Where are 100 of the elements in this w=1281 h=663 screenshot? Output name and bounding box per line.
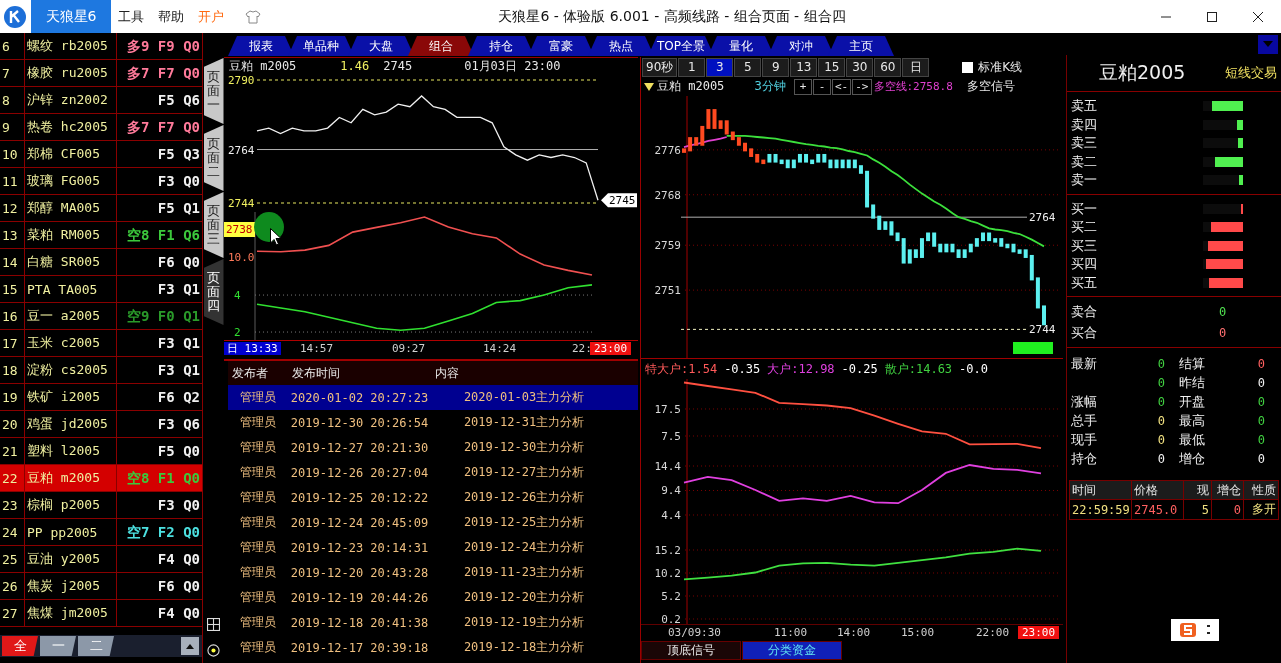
row-number: 10	[0, 141, 25, 167]
news-row[interactable]: 管理员 2019-12-20 20:43:28 2019-11-23主力分析	[228, 560, 638, 585]
watchlist-row[interactable]: 10 郑棉 CF005 F5 Q3	[0, 141, 202, 168]
instrument-name: 郑醇 MA005	[25, 195, 117, 221]
news-row[interactable]: 管理员 2019-12-27 20:21:30 2019-12-30主力分析	[228, 435, 638, 460]
watchlist-row[interactable]: 13 菜粕 RM005 空8 F1 Q6	[0, 222, 202, 249]
period-button[interactable]: 1	[678, 57, 706, 77]
publisher-cell-text: 管理员	[239, 614, 277, 631]
instrument-name: 豆油 y2005	[25, 546, 117, 572]
signal-text: F4 Q0	[157, 604, 200, 622]
news-row[interactable]: 管理员 2019-12-23 20:14:31 2019-12-24主力分析	[228, 535, 638, 560]
indicator-tab[interactable]: 顶底信号	[641, 641, 741, 660]
page-tab[interactable]: 页面二	[203, 125, 224, 191]
news-row[interactable]: 管理员 2020-01-02 20:27:23 2020-01-03主力分析	[228, 385, 638, 410]
watchlist-row[interactable]: 8 沪锌 zn2002 F5 Q6	[0, 87, 202, 114]
period-button[interactable]: 90秒	[642, 57, 678, 77]
period-button[interactable]: 60	[874, 57, 902, 77]
page-tab[interactable]: 页面四	[203, 259, 224, 325]
period-button[interactable]: 9	[762, 57, 790, 77]
quote-value: 0	[1157, 356, 1165, 371]
news-row[interactable]: 管理员 2019-12-19 20:44:26 2019-12-20主力分析	[228, 585, 638, 610]
page-tab[interactable]: 页面一	[203, 58, 224, 124]
app-tab[interactable]: 天狼星6	[31, 0, 111, 33]
axis-label: 9.4	[661, 484, 681, 498]
watchlist-row[interactable]: 27 焦煤 jm2005 F4 Q0	[0, 600, 202, 627]
watchlist-row[interactable]: 23 棕榈 p2005 F3 Q0	[0, 492, 202, 519]
checkbox-label[interactable]: 标准K线	[978, 58, 1023, 76]
triangle-down-icon[interactable]	[644, 82, 654, 91]
scroll-up-button[interactable]	[181, 637, 199, 655]
layout-grid-icon[interactable]	[207, 618, 220, 631]
publisher-cell-text: 管理员	[239, 389, 277, 406]
quote-value: 0	[1157, 432, 1165, 447]
period-button[interactable]: 日	[902, 57, 930, 77]
chart-control-button[interactable]: -	[813, 78, 831, 95]
depth-label: 卖五	[1071, 97, 1098, 116]
checkbox[interactable]	[962, 61, 974, 73]
watchlist-row[interactable]: 18 淀粉 cs2005 F3 Q1	[0, 357, 202, 384]
mode-link[interactable]: 短线交易	[1225, 64, 1277, 82]
row-number: 23	[0, 492, 25, 518]
watchlist-row[interactable]: 15 PTA TA005 F3 Q1	[0, 276, 202, 303]
chart-control-button[interactable]: ->	[852, 78, 872, 95]
row-number: 20	[0, 411, 25, 437]
publisher-cell-text: 管理员	[239, 514, 277, 531]
nav-tab[interactable]: 主页	[828, 36, 894, 56]
group-tab[interactable]: 全	[2, 636, 38, 656]
target-dot-icon[interactable]	[207, 644, 220, 657]
signal-text: F3 Q1	[157, 280, 200, 298]
input-method-icon[interactable]	[1171, 619, 1219, 641]
signal-text: 空8 F1 Q0	[127, 469, 200, 487]
period-button[interactable]: 3	[706, 57, 734, 77]
time-label: 09:27	[392, 342, 426, 355]
news-row[interactable]: 管理员 2019-12-24 20:45:09 2019-12-25主力分析	[228, 510, 638, 535]
watchlist-row[interactable]: 26 焦炭 j2005 F6 Q0	[0, 573, 202, 600]
period-button[interactable]: 13	[790, 57, 818, 77]
quote-value: 0	[1157, 451, 1165, 466]
watchlist-row[interactable]: 22 豆粕 m2005 空8 F1 Q0	[0, 465, 202, 492]
news-row[interactable]: 管理员 2019-12-18 20:41:38 2019-12-19主力分析	[228, 610, 638, 635]
shirt-icon[interactable]	[245, 9, 261, 24]
watchlist-row[interactable]: 25 豆油 y2005 F4 Q0	[0, 546, 202, 573]
watchlist-row[interactable]: 20 鸡蛋 jd2005 F3 Q6	[0, 411, 202, 438]
menu-item[interactable]: 帮助	[151, 7, 191, 26]
watchlist-row[interactable]: 9 热卷 hc2005 多7 F7 Q0	[0, 114, 202, 141]
signal-text: 空8 F1 Q6	[127, 226, 200, 244]
row-number: 15	[0, 276, 25, 302]
period-label: 3分钟	[754, 78, 786, 95]
trade-cell: 22:59:59	[1069, 500, 1131, 520]
watchlist-row[interactable]: 17 玉米 c2005 F3 Q1	[0, 330, 202, 357]
publisher-cell-text: 管理员	[239, 539, 277, 556]
period-button[interactable]: 30	[846, 57, 874, 77]
chart-control-button[interactable]: +	[794, 78, 812, 95]
axis-label: 2768	[654, 188, 681, 202]
quote-value: 0	[1257, 375, 1265, 390]
news-row[interactable]: 管理员 2019-12-25 20:12:22 2019-12-26主力分析	[228, 485, 638, 510]
indicator-tab[interactable]: 分类资金	[742, 641, 842, 660]
watchlist-row[interactable]: 6 螺纹 rb2005 多9 F9 Q0	[0, 33, 202, 60]
watchlist-row[interactable]: 24 PP pp2005 空7 F2 Q0	[0, 519, 202, 546]
time-cell-text: 2019-12-17 20:39:18	[289, 640, 430, 655]
watchlist-row[interactable]: 7 橡胶 ru2005 多7 F7 Q0	[0, 60, 202, 87]
watchlist-row[interactable]: 12 郑醇 MA005 F5 Q1	[0, 195, 202, 222]
close-icon	[1253, 11, 1263, 22]
news-row[interactable]: 管理员 2019-12-30 20:26:54 2019-12-31主力分析	[228, 410, 638, 435]
news-row[interactable]: 管理员 2019-12-26 20:27:04 2019-12-27主力分析	[228, 460, 638, 485]
menu-item[interactable]: 工具	[111, 7, 151, 26]
watchlist-row[interactable]: 11 玻璃 FG005 F3 Q0	[0, 168, 202, 195]
quote-value: 0	[1257, 394, 1265, 409]
row-number: 25	[0, 546, 25, 572]
period-button[interactable]: 5	[734, 57, 762, 77]
row-number: 17	[0, 330, 25, 356]
instrument-name: 菜粕 RM005	[25, 222, 117, 248]
row-number: 7	[0, 60, 25, 86]
news-row[interactable]: 管理员 2019-12-17 20:39:18 2019-12-18主力分析	[228, 635, 638, 660]
watchlist-row[interactable]: 16 豆一 a2005 空9 F0 Q1	[0, 303, 202, 330]
instrument-name: 塑料 l2005	[25, 438, 117, 464]
period-button[interactable]: 15	[818, 57, 846, 77]
chart-control-button[interactable]: <-	[832, 78, 852, 95]
time-label: 14:57	[300, 342, 334, 355]
watchlist-row[interactable]: 14 白糖 SR005 F6 Q0	[0, 249, 202, 276]
watchlist-row[interactable]: 19 铁矿 i2005 F6 Q2	[0, 384, 202, 411]
page-tab[interactable]: 页面三	[203, 192, 224, 258]
instrument-name: PP pp2005	[25, 519, 117, 545]
